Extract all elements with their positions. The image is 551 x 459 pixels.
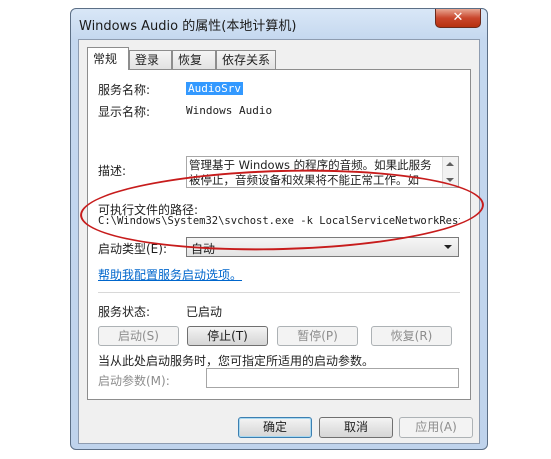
close-icon: ✕	[452, 10, 464, 25]
display-name-label: 显示名称:	[98, 105, 151, 119]
tab-recovery[interactable]: 恢复	[172, 50, 216, 69]
start-button[interactable]: 启动(S)	[98, 326, 179, 346]
startup-type-select[interactable]: 自动	[186, 237, 459, 257]
description-scrollbar[interactable]	[442, 157, 458, 187]
display-name-value[interactable]: Windows Audio	[186, 104, 272, 117]
pause-button[interactable]: 暂停(P)	[277, 326, 358, 346]
window-title: Windows Audio 的属性(本地计算机)	[79, 19, 297, 34]
apply-button[interactable]: 应用(A)	[399, 417, 473, 438]
service-name-label: 服务名称:	[98, 83, 151, 97]
chevron-down-icon	[444, 245, 452, 249]
service-properties-dialog: Windows Audio 的属性(本地计算机) ✕ 常规 登录 恢复 依存关系…	[70, 8, 488, 450]
description-label: 描述:	[98, 164, 127, 178]
tab-dependencies[interactable]: 依存关系	[216, 50, 276, 69]
dialog-client-area: 常规 登录 恢复 依存关系 服务名称: AudioSrv 显示名称: Windo…	[78, 39, 480, 444]
description-text: 管理基于 Windows 的程序的音频。如果此服务被停止，音频设备和效果将不能正…	[189, 158, 432, 187]
start-params-hint: 当从此处启动服务时，您可指定所适用的启动参数。	[98, 354, 375, 368]
start-params-label: 启动参数(M):	[98, 374, 170, 388]
service-status-value: 已启动	[186, 305, 223, 319]
service-name-value[interactable]: AudioSrv	[186, 82, 243, 95]
ok-button[interactable]: 确定	[238, 417, 312, 438]
start-params-input[interactable]	[206, 368, 459, 388]
scroll-down-icon[interactable]	[446, 178, 454, 182]
cancel-button[interactable]: 取消	[319, 417, 393, 438]
startup-type-label: 启动类型(E):	[98, 242, 167, 256]
help-configure-link[interactable]: 帮助我配置服务启动选项。	[98, 266, 242, 283]
tab-general[interactable]: 常规	[87, 47, 129, 70]
divider	[98, 292, 460, 293]
stop-button[interactable]: 停止(T)	[187, 326, 268, 346]
tab-logon[interactable]: 登录	[129, 50, 172, 69]
description-textbox[interactable]: 管理基于 Windows 的程序的音频。如果此服务被停止，音频设备和效果将不能正…	[186, 156, 459, 188]
close-button[interactable]: ✕	[435, 9, 481, 28]
general-tab-panel: 服务名称: AudioSrv 显示名称: Windows Audio 描述: 管…	[87, 69, 471, 400]
scroll-up-icon[interactable]	[446, 162, 454, 166]
service-status-label: 服务状态:	[98, 305, 151, 319]
startup-type-value: 自动	[191, 242, 216, 256]
resume-button[interactable]: 恢复(R)	[371, 326, 452, 346]
exe-path-value[interactable]: C:\Windows\System32\svchost.exe -k Local…	[98, 215, 460, 227]
